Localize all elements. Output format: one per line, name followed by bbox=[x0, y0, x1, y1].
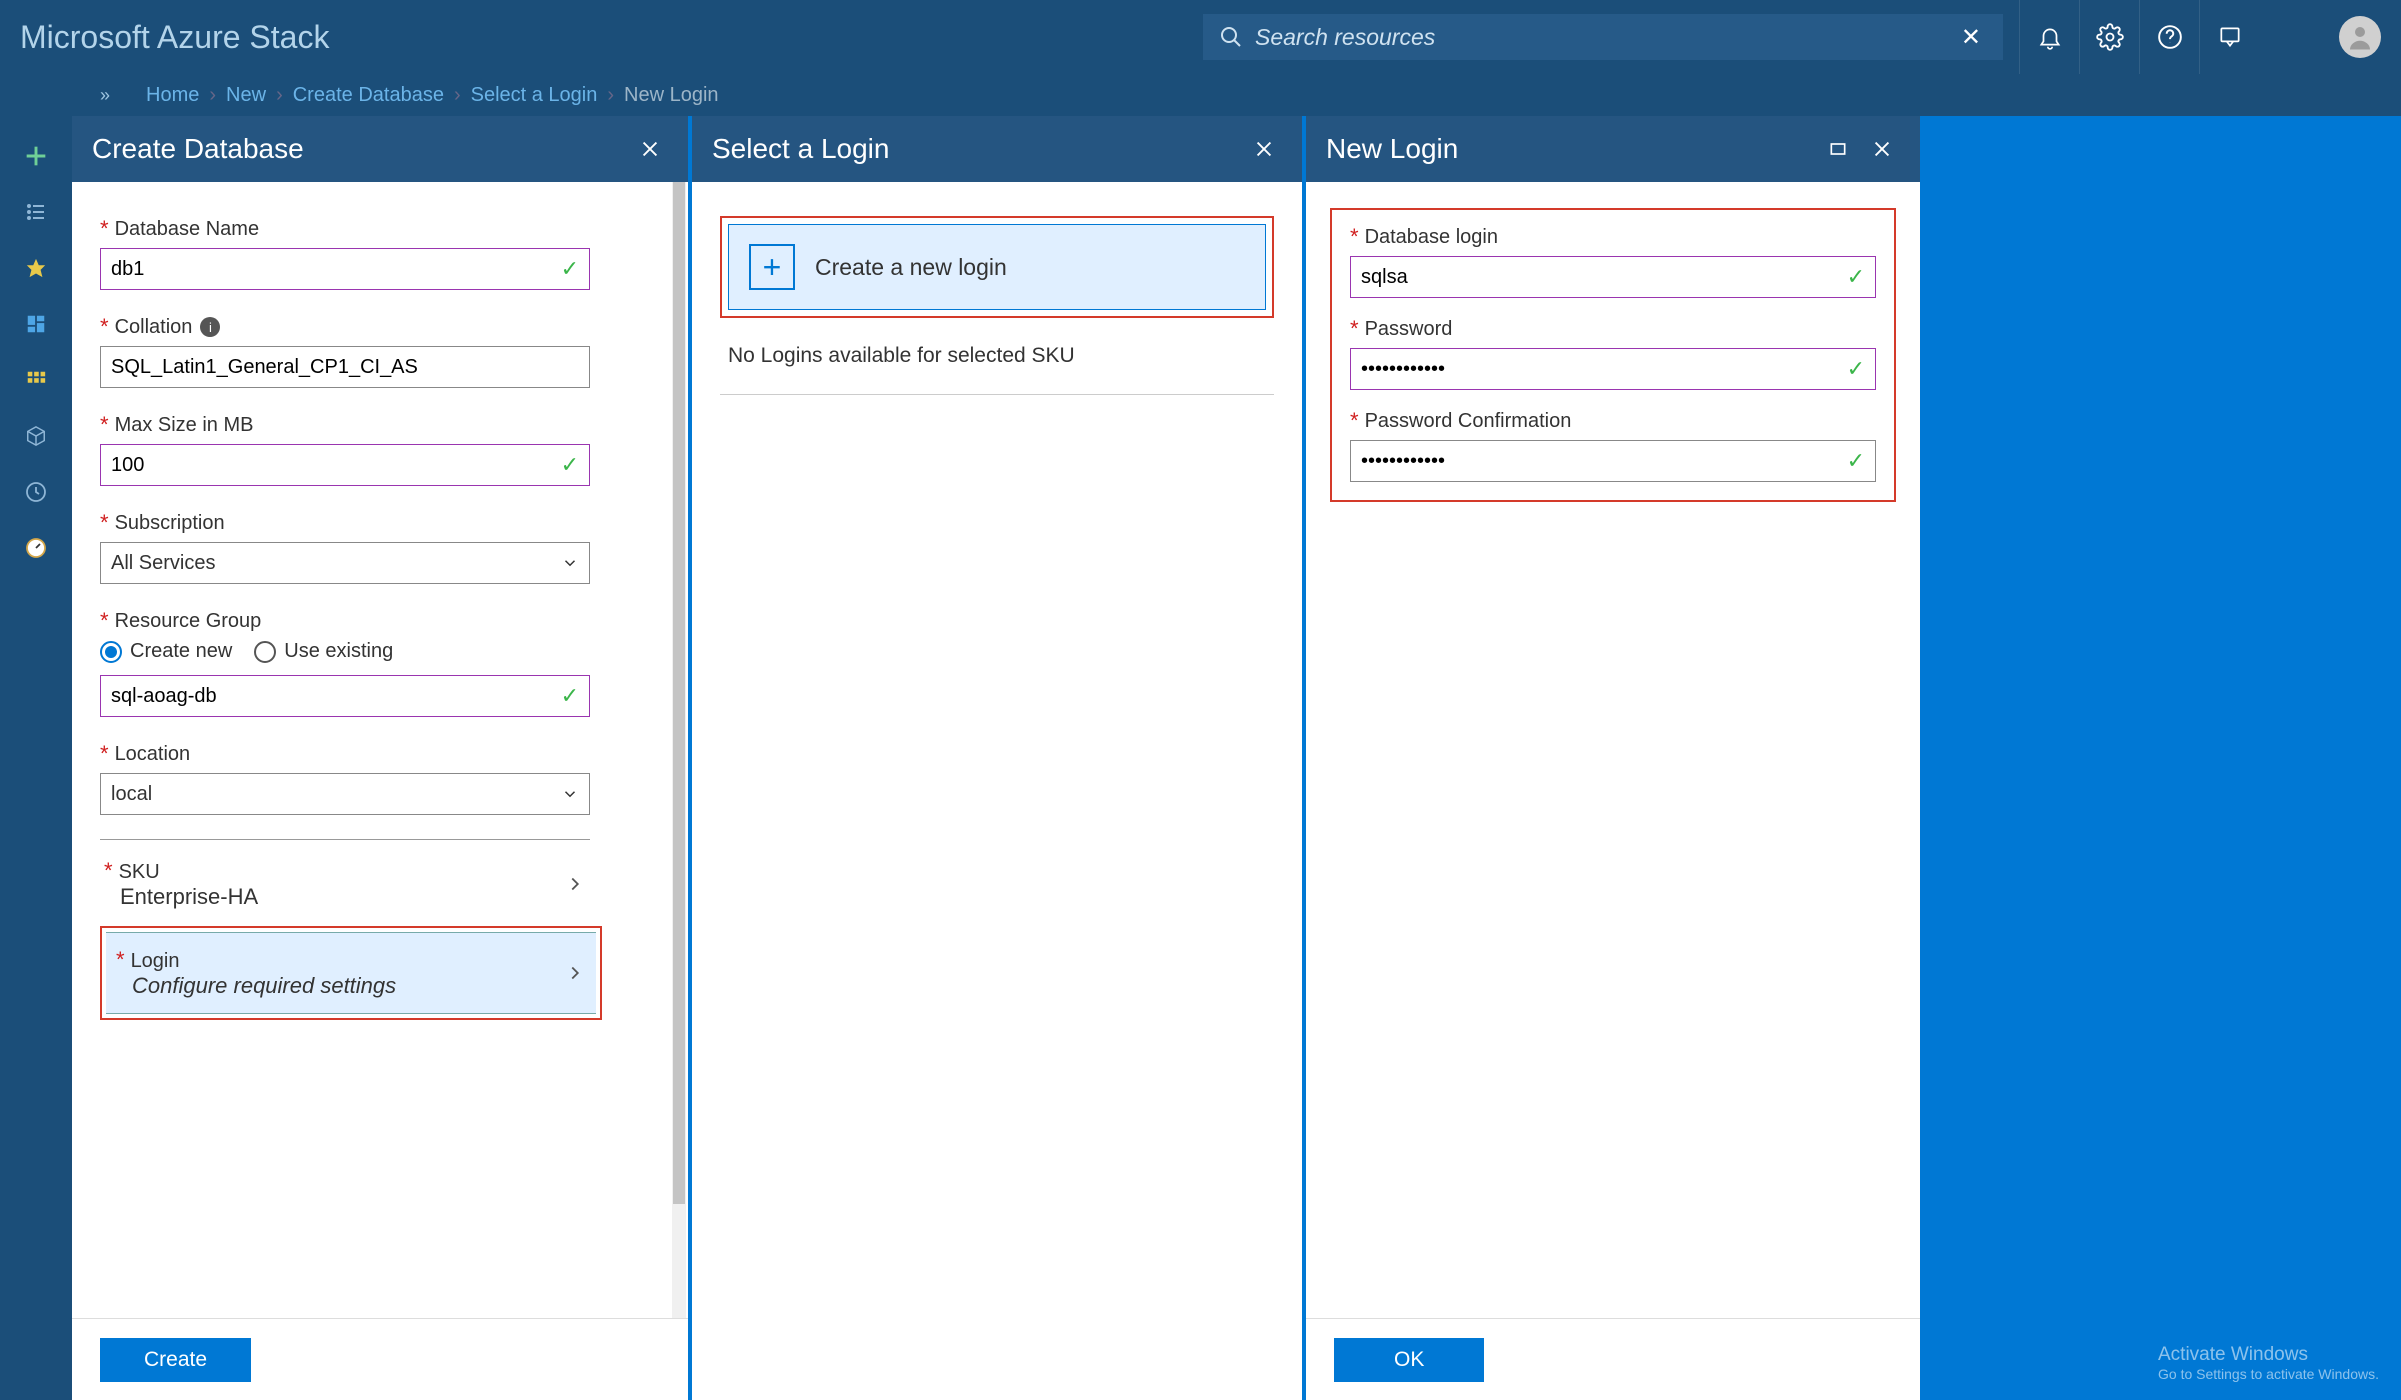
search-input[interactable] bbox=[1255, 24, 1955, 51]
topbar: Microsoft Azure Stack ✕ bbox=[0, 0, 2401, 74]
check-icon: ✓ bbox=[1847, 264, 1865, 290]
location-select[interactable]: local bbox=[100, 773, 590, 815]
sku-label: SKU bbox=[119, 861, 160, 883]
blade-create-database: Create Database *Database Name ✓ *Collat… bbox=[72, 116, 692, 1400]
rg-name-input[interactable]: ✓ bbox=[100, 675, 590, 717]
password-confirmation-input[interactable]: ✓ bbox=[1350, 440, 1876, 482]
rg-label: Resource Group bbox=[115, 610, 262, 633]
chevron-right-icon bbox=[564, 962, 586, 984]
close-icon[interactable] bbox=[1864, 131, 1900, 167]
ok-button[interactable]: OK bbox=[1334, 1338, 1484, 1382]
search-container[interactable]: ✕ bbox=[1203, 14, 2003, 60]
notifications-icon[interactable] bbox=[2019, 0, 2079, 74]
blade-body: *Database login ✓ *Password ✓ *Password … bbox=[1306, 182, 1920, 1318]
search-icon bbox=[1219, 25, 1243, 49]
blade-title: Create Database bbox=[92, 133, 304, 165]
breadcrumb-new[interactable]: New bbox=[226, 84, 266, 107]
max-size-input[interactable]: ✓ bbox=[100, 444, 590, 486]
blade-header: Create Database bbox=[72, 116, 688, 182]
check-icon: ✓ bbox=[1847, 356, 1865, 382]
plus-icon: + bbox=[749, 244, 795, 290]
close-icon[interactable] bbox=[632, 131, 668, 167]
check-icon: ✓ bbox=[561, 452, 579, 478]
check-icon: ✓ bbox=[561, 256, 579, 282]
nav-gauge-icon[interactable] bbox=[0, 520, 72, 576]
create-login-label: Create a new login bbox=[815, 254, 1007, 281]
clear-search-icon[interactable]: ✕ bbox=[1955, 23, 1987, 52]
login-label: Login bbox=[131, 950, 180, 972]
close-icon[interactable] bbox=[1246, 131, 1282, 167]
check-icon: ✓ bbox=[561, 683, 579, 709]
no-logins-message: No Logins available for selected SKU bbox=[720, 318, 1274, 395]
nav-grid-icon[interactable] bbox=[0, 352, 72, 408]
rg-create-new-radio[interactable]: Create new bbox=[100, 640, 232, 663]
breadcrumb-select-login[interactable]: Select a Login bbox=[471, 84, 598, 107]
user-avatar[interactable] bbox=[2339, 16, 2381, 58]
settings-icon[interactable] bbox=[2079, 0, 2139, 74]
db-name-input[interactable]: ✓ bbox=[100, 248, 590, 290]
nav-list-icon[interactable] bbox=[0, 184, 72, 240]
maximize-icon[interactable] bbox=[1820, 131, 1856, 167]
login-sub: Configure required settings bbox=[116, 973, 396, 999]
sku-value: Enterprise-HA bbox=[104, 884, 258, 910]
rg-use-existing-radio[interactable]: Use existing bbox=[254, 640, 393, 663]
nav-box-icon[interactable] bbox=[0, 408, 72, 464]
feedback-icon[interactable] bbox=[2199, 0, 2259, 74]
nav-clock-icon[interactable] bbox=[0, 464, 72, 520]
chevron-down-icon bbox=[561, 785, 579, 803]
blades-container: Create Database *Database Name ✓ *Collat… bbox=[72, 116, 1920, 1400]
scrollbar[interactable] bbox=[672, 182, 686, 1318]
windows-activation-watermark: Activate Windows Go to Settings to activ… bbox=[2158, 1344, 2379, 1382]
login-nav[interactable]: *Login Configure required settings bbox=[106, 932, 596, 1014]
brand-label: Microsoft Azure Stack bbox=[20, 19, 329, 56]
nav-favorites-icon[interactable] bbox=[0, 240, 72, 296]
password-input[interactable]: ✓ bbox=[1350, 348, 1876, 390]
create-button[interactable]: Create bbox=[100, 1338, 251, 1382]
nav-new-icon[interactable] bbox=[0, 128, 72, 184]
help-icon[interactable] bbox=[2139, 0, 2199, 74]
collation-label: Collation bbox=[115, 316, 193, 339]
collation-input[interactable] bbox=[100, 346, 590, 388]
nav-dashboard-icon[interactable] bbox=[0, 296, 72, 352]
breadcrumb-create-database[interactable]: Create Database bbox=[293, 84, 444, 107]
breadcrumb-collapse-icon[interactable]: » bbox=[100, 85, 110, 106]
db-login-input[interactable]: ✓ bbox=[1350, 256, 1876, 298]
subscription-label: Subscription bbox=[115, 512, 225, 535]
blade-select-login: Select a Login + Create a new login No L… bbox=[692, 116, 1306, 1400]
check-icon: ✓ bbox=[1847, 448, 1865, 474]
blade-body: + Create a new login No Logins available… bbox=[692, 182, 1302, 1400]
breadcrumb-current: New Login bbox=[624, 84, 719, 107]
left-nav bbox=[0, 116, 72, 1400]
info-icon[interactable]: i bbox=[200, 317, 220, 337]
blade-title: New Login bbox=[1326, 133, 1458, 165]
sku-nav[interactable]: *SKU Enterprise-HA bbox=[100, 850, 590, 922]
blade-header: Select a Login bbox=[692, 116, 1302, 182]
max-size-label: Max Size in MB bbox=[115, 414, 254, 437]
location-label: Location bbox=[115, 743, 191, 766]
create-new-login-button[interactable]: + Create a new login bbox=[728, 224, 1266, 310]
chevron-right-icon bbox=[564, 873, 586, 895]
password-confirmation-label: Password Confirmation bbox=[1365, 410, 1572, 433]
topbar-icons bbox=[2019, 0, 2259, 74]
db-name-label: Database Name bbox=[115, 218, 260, 241]
blade-header: New Login bbox=[1306, 116, 1920, 182]
blade-body: *Database Name ✓ *Collationi *Max Size i… bbox=[72, 182, 688, 1318]
chevron-down-icon bbox=[561, 554, 579, 572]
breadcrumb: » Home› New› Create Database› Select a L… bbox=[0, 74, 2401, 116]
db-login-label: Database login bbox=[1365, 226, 1498, 249]
subscription-select[interactable]: All Services bbox=[100, 542, 590, 584]
breadcrumb-home[interactable]: Home bbox=[146, 84, 199, 107]
blade-new-login: New Login *Database login ✓ *Password ✓ … bbox=[1306, 116, 1920, 1400]
blade-title: Select a Login bbox=[712, 133, 889, 165]
password-label: Password bbox=[1365, 318, 1453, 341]
